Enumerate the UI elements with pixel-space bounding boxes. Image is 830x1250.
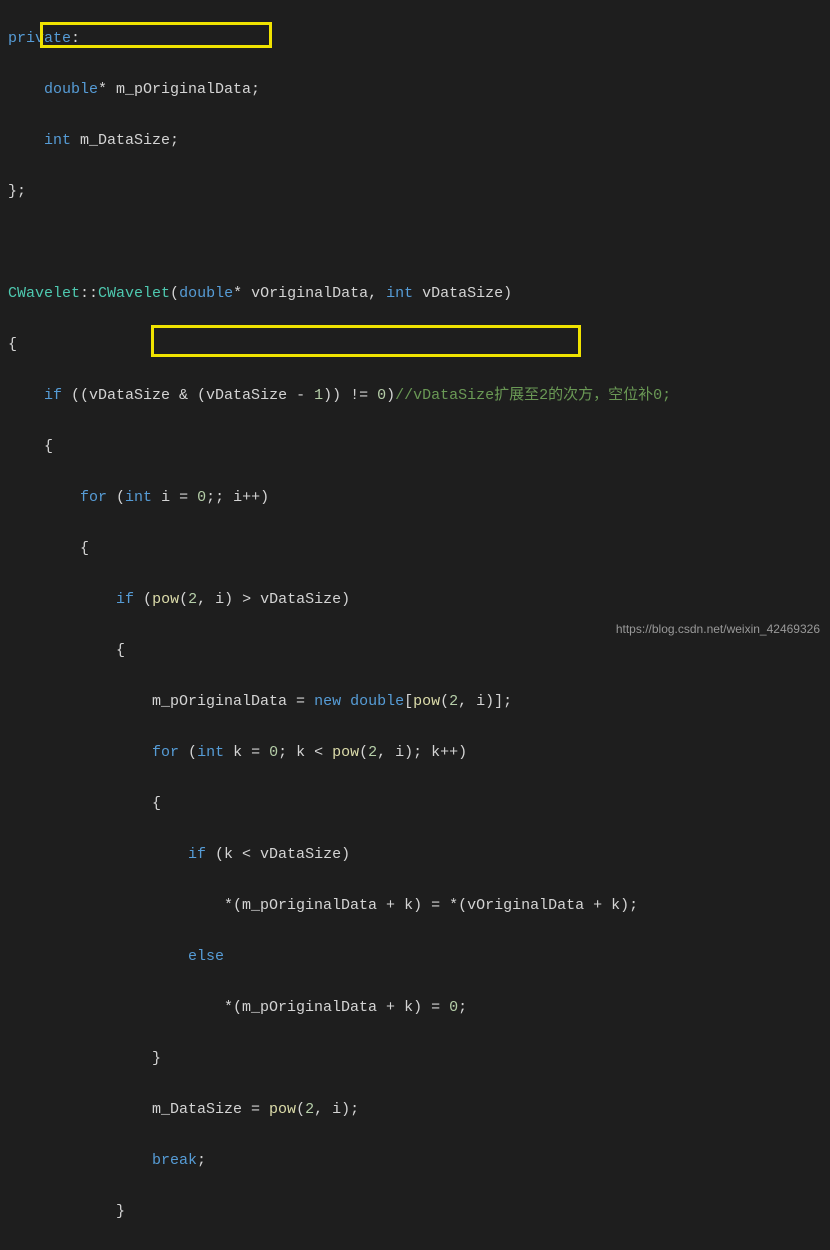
watermark-text: https://blog.csdn.net/weixin_42469326 [616, 619, 820, 639]
code-line: else [0, 944, 830, 970]
code-line: }; [0, 179, 830, 205]
code-line: } [0, 1046, 830, 1072]
code-line: CWavelet::CWavelet(double* vOriginalData… [0, 281, 830, 307]
code-line: { [0, 638, 830, 664]
code-line: for (int k = 0; k < pow(2, i); k++) [0, 740, 830, 766]
code-line: m_DataSize = pow(2, i); [0, 1097, 830, 1123]
code-line: int m_DataSize; [0, 128, 830, 154]
code-line: private: [0, 26, 830, 52]
code-line: if ((vDataSize & (vDataSize - 1)) != 0)/… [0, 383, 830, 409]
code-line: { [0, 332, 830, 358]
code-line: } [0, 1199, 830, 1225]
code-line [0, 230, 830, 256]
code-line: *(m_pOriginalData + k) = 0; [0, 995, 830, 1021]
code-line: { [0, 434, 830, 460]
code-line: for (int i = 0;; i++) [0, 485, 830, 511]
code-line: { [0, 791, 830, 817]
code-line: if (pow(2, i) > vDataSize) [0, 587, 830, 613]
code-line: { [0, 536, 830, 562]
code-line: break; [0, 1148, 830, 1174]
code-line: double* m_pOriginalData; [0, 77, 830, 103]
code-line: *(m_pOriginalData + k) = *(vOriginalData… [0, 893, 830, 919]
code-line: m_pOriginalData = new double[pow(2, i)]; [0, 689, 830, 715]
code-line: if (k < vDataSize) [0, 842, 830, 868]
